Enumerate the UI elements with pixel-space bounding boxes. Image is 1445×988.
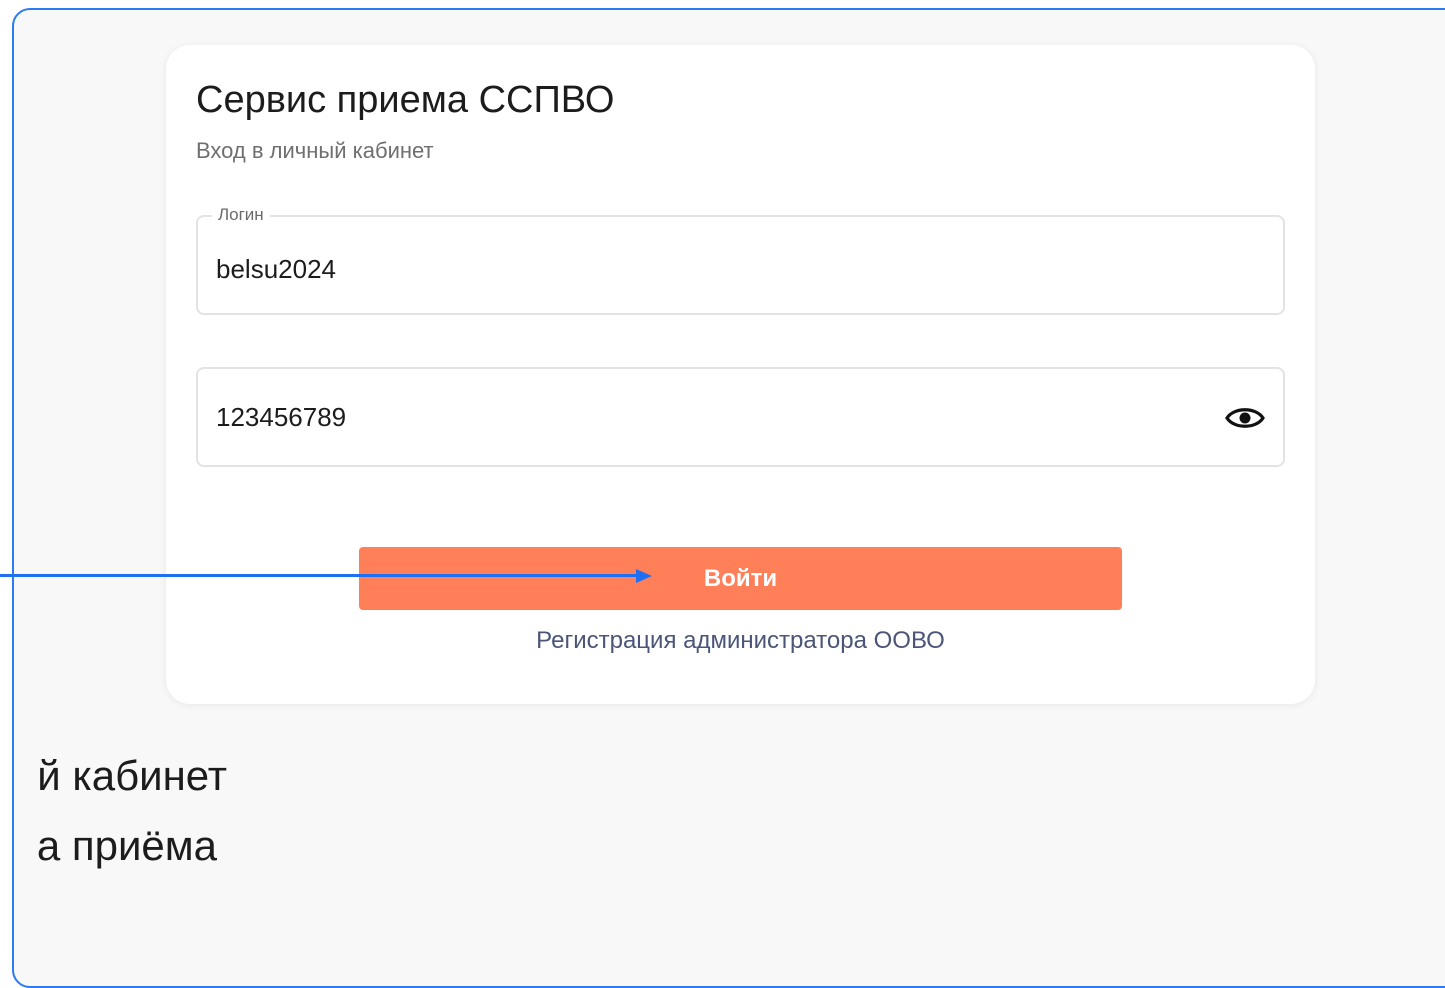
caption-line-1: й кабинет (37, 752, 227, 799)
login-button[interactable]: Войти (359, 547, 1122, 610)
page-title: Сервис приема ССПВО (196, 79, 615, 121)
pointer-arrow-line (0, 574, 640, 577)
password-input[interactable] (216, 402, 1156, 433)
login-field-label: Логин (212, 205, 270, 225)
register-admin-link[interactable]: Регистрация администратора ООВО (166, 627, 1315, 655)
password-field (196, 367, 1285, 467)
caption-line-2: а приёма (36, 822, 217, 869)
eye-icon[interactable] (1225, 403, 1265, 433)
login-field: Логин (196, 205, 1285, 315)
login-card: Сервис приема ССПВО Вход в личный кабине… (166, 45, 1315, 704)
page-subtitle: Вход в личный кабинет (196, 138, 434, 163)
login-input[interactable] (216, 254, 1156, 285)
pointer-arrow-head (636, 569, 652, 583)
